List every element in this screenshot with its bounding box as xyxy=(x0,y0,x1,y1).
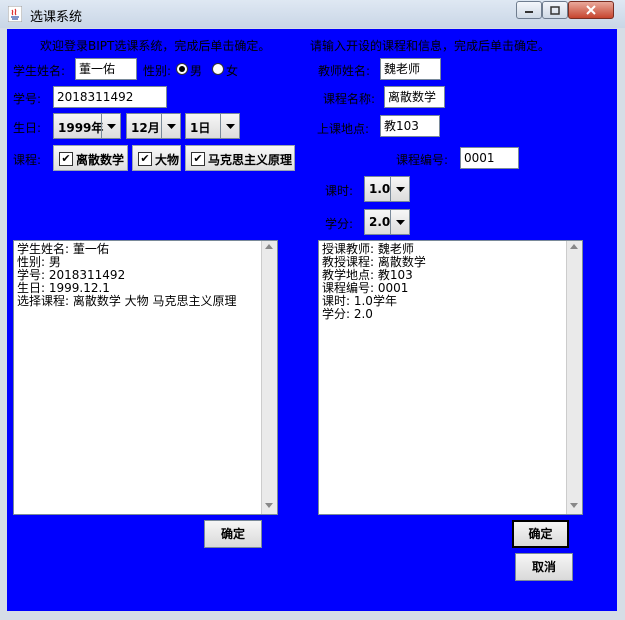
chevron-down-icon xyxy=(161,114,180,138)
teacher-cancel-button[interactable]: 取消 xyxy=(515,553,573,581)
student-confirm-button[interactable]: 确定 xyxy=(204,520,262,548)
course-name: 马克思主义原理 xyxy=(208,153,293,167)
teacher-confirm-button[interactable]: 确定 xyxy=(512,520,569,548)
maximize-button[interactable] xyxy=(542,1,568,19)
teacher-output-area[interactable]: 授课教师: 魏老师 教授课程: 离散数学 教学地点: 教103 课程编号: 0001 课… xyxy=(318,240,583,515)
birth-month-value: 12月 xyxy=(131,121,160,135)
scroll-up-icon xyxy=(570,244,578,249)
course-code-label: 课程编号: xyxy=(396,153,449,167)
minimize-icon xyxy=(525,11,533,13)
course-name: 离散数学 xyxy=(76,153,125,167)
gender-male-label: 男 xyxy=(190,64,203,78)
course-checkbox-marxism[interactable]: ✔ 马克思主义原理 xyxy=(185,145,295,171)
scroll-down-icon xyxy=(265,503,273,508)
teacher-name-label: 教师姓名: xyxy=(318,64,371,78)
vertical-scrollbar[interactable] xyxy=(261,241,277,514)
course-name-field[interactable]: 离散数学 xyxy=(384,86,445,108)
title-bar: 选课系统 xyxy=(0,0,625,28)
student-name-field[interactable]: 董一佑 xyxy=(75,58,137,80)
chevron-down-icon xyxy=(390,177,409,201)
course-name: 大物 xyxy=(155,153,180,167)
course-checkbox-discrete-math[interactable]: ✔ 离散数学 xyxy=(53,145,128,171)
main-panel: 欢迎登录BIPT选课系统，完成后单击确定。 学生姓名: 董一佑 性别: 男 女 … xyxy=(7,29,617,611)
gender-female-radio[interactable] xyxy=(212,63,224,75)
vertical-scrollbar[interactable] xyxy=(566,241,582,514)
java-app-icon xyxy=(8,6,22,22)
birth-day-select[interactable]: 1日 xyxy=(185,113,240,139)
scroll-up-icon xyxy=(265,244,273,249)
credit-select[interactable]: 2.0 xyxy=(364,209,410,235)
student-id-label: 学号: xyxy=(13,92,42,106)
chevron-down-icon xyxy=(101,114,120,138)
maximize-icon xyxy=(550,5,560,15)
courses-label: 课程: xyxy=(13,153,42,167)
output-line: 选择课程: 离散数学 大物 马克思主义原理 xyxy=(17,294,237,308)
minimize-button[interactable] xyxy=(516,1,542,19)
teacher-name-field[interactable]: 魏老师 xyxy=(380,58,441,80)
birthday-label: 生日: xyxy=(13,121,42,135)
credit-label: 学分: xyxy=(325,217,354,231)
close-icon xyxy=(586,5,596,15)
birth-year-value: 1999年 xyxy=(58,121,104,135)
place-label: 上课地点: xyxy=(317,122,370,136)
hours-label: 课时: xyxy=(325,184,354,198)
student-name-label: 学生姓名: xyxy=(13,64,66,78)
birth-day-value: 1日 xyxy=(190,121,211,135)
birth-year-select[interactable]: 1999年 xyxy=(53,113,121,139)
output-line: 学分: 2.0 xyxy=(322,307,373,321)
chevron-down-icon xyxy=(390,210,409,234)
checkmark-icon: ✔ xyxy=(138,152,152,166)
student-id-field[interactable]: 2018311492 xyxy=(53,86,167,108)
window-title: 选课系统 xyxy=(30,10,83,25)
gender-male-radio[interactable] xyxy=(176,63,188,75)
credit-value: 2.0 xyxy=(369,215,391,229)
gender-label: 性别: xyxy=(143,64,172,78)
checkmark-icon: ✔ xyxy=(59,152,73,166)
app-window: 选课系统 欢迎登录BIPT选课系统，完成后单击确定。 学生姓名: 董一佑 性别:… xyxy=(0,0,625,620)
welcome-text: 欢迎登录BIPT选课系统，完成后单击确定。 xyxy=(40,39,271,53)
place-field[interactable]: 教103 xyxy=(380,115,440,137)
scroll-down-icon xyxy=(570,503,578,508)
teacher-output-text: 授课教师: 魏老师 教授课程: 离散数学 教学地点: 教103 课程编号: 0001 课… xyxy=(322,243,566,321)
birth-month-select[interactable]: 12月 xyxy=(126,113,181,139)
student-output-area[interactable]: 学生姓名: 董一佑 性别: 男学号: 2018311492 生日: 1999.12.… xyxy=(13,240,278,515)
student-output-text: 学生姓名: 董一佑 性别: 男学号: 2018311492 生日: 1999.12.… xyxy=(17,243,261,308)
teacher-prompt-text: 请输入开设的课程和信息，完成后单击确定。 xyxy=(310,39,551,53)
hours-value: 1.0 xyxy=(369,182,391,196)
course-name-label: 课程名称: xyxy=(323,92,376,106)
close-button[interactable] xyxy=(568,1,614,19)
course-code-field[interactable]: 0001 xyxy=(460,147,519,169)
course-checkbox-physics[interactable]: ✔ 大物 xyxy=(132,145,181,171)
gender-female-label: 女 xyxy=(226,64,239,78)
hours-select[interactable]: 1.0 xyxy=(364,176,410,202)
chevron-down-icon xyxy=(220,114,239,138)
radio-selected-dot xyxy=(179,66,185,72)
checkmark-icon: ✔ xyxy=(191,152,205,166)
